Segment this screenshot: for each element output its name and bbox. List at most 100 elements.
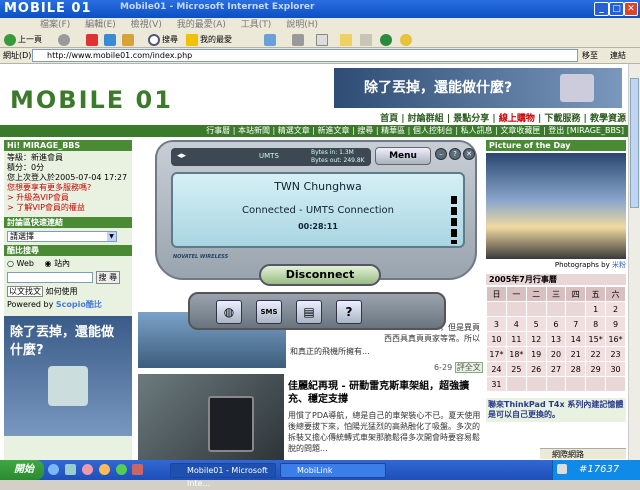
how-to-link[interactable]: 如何使用	[46, 287, 78, 296]
menu-edit[interactable]: 編輯(E)	[85, 18, 116, 32]
minimize-circle-button[interactable]: –	[435, 148, 447, 160]
close-button[interactable]: ✕	[624, 2, 638, 16]
cal-cell[interactable]: 11	[505, 331, 527, 347]
forum-select[interactable]: 請選擇 ▼	[7, 231, 117, 242]
cal-cell[interactable]: 2	[605, 301, 626, 317]
menu-view[interactable]: 檢視(V)	[131, 18, 162, 32]
cal-cell[interactable]: 9	[605, 316, 626, 332]
address-input[interactable]: http://www.mobile01.com/index.php	[32, 49, 578, 62]
cal-cell[interactable]: 31	[486, 376, 507, 392]
phonebook-button[interactable]: ▤	[296, 300, 322, 324]
nav-pm[interactable]: 私人訊息	[461, 126, 493, 135]
cal-cell[interactable]: 24	[486, 361, 507, 377]
cal-cell[interactable]: 30	[605, 361, 626, 377]
cal-cell[interactable]: 16*	[605, 331, 626, 347]
cal-cell[interactable]: 17*	[486, 346, 507, 362]
cal-cell[interactable]: 10	[486, 331, 507, 347]
messenger-button[interactable]	[380, 33, 394, 47]
nav-bookmarks[interactable]: 文章收藏匣	[500, 126, 540, 135]
search-submit-button[interactable]: 搜 尋	[95, 271, 121, 284]
help-circle-button[interactable]: ?	[449, 148, 461, 160]
mail-button[interactable]	[264, 33, 278, 47]
cal-cell[interactable]: 1	[585, 301, 607, 317]
ie-icon[interactable]	[48, 464, 59, 475]
task-mobilink[interactable]: MobiLink	[280, 463, 386, 478]
nav-news[interactable]: 本站新聞	[238, 126, 270, 135]
site-radio[interactable]: ◉	[45, 259, 52, 268]
scroll-thumb[interactable]	[630, 78, 639, 208]
cal-cell[interactable]: 5	[525, 316, 547, 332]
maximize-button[interactable]: □	[609, 2, 624, 16]
back-button[interactable]: 上一頁	[4, 33, 42, 47]
cal-cell[interactable]: 8	[585, 316, 607, 332]
text-search-link[interactable]: 以文找文	[7, 286, 43, 297]
web-radio[interactable]: ○	[7, 259, 14, 268]
menu-favorites[interactable]: 我的最愛(A)	[177, 18, 226, 32]
vip-info-link[interactable]: > 了解VIP會員的權益	[7, 203, 129, 213]
cal-cell[interactable]: 3	[486, 316, 507, 332]
cal-cell[interactable]: 12	[525, 331, 547, 347]
thinkpad-tip[interactable]: 聯來ThinkPad T4x 系列內建記憶體是可以自己更換的。	[486, 398, 626, 422]
nav-calendar[interactable]: 行事曆	[206, 126, 230, 135]
nav-spots[interactable]: 景點分享	[453, 114, 489, 124]
cal-cell[interactable]: 27	[545, 361, 567, 377]
sidebar-ad[interactable]: 除了丟掉，還能做什麼?	[4, 316, 132, 436]
connection-manager-button[interactable]: ◍	[216, 300, 242, 324]
cal-cell[interactable]: 22	[585, 346, 607, 362]
nav-control-panel[interactable]: 個人控制台	[413, 126, 453, 135]
banner-ad[interactable]: 除了丟掉，還能做什麼?	[334, 68, 622, 108]
close-circle-button[interactable]: ✕	[463, 148, 475, 160]
nav-featured[interactable]: 精選文章	[278, 126, 310, 135]
window-titlebar[interactable]: MOBILE 01 Mobile01 - Microsoft Internet …	[0, 0, 640, 18]
menu-file[interactable]: 檔案(F)	[40, 18, 70, 32]
cal-cell[interactable]: 15*	[585, 331, 607, 347]
menu-tools[interactable]: 工具(T)	[241, 18, 272, 32]
search-button[interactable]: 搜尋	[148, 33, 178, 47]
tray-network-icon[interactable]	[557, 464, 567, 474]
minimize-button[interactable]: _	[594, 2, 609, 16]
article-headline[interactable]: 佳麗紀再現 - 研勤雷克斯車架組，超強擴充、穩定支撐	[288, 380, 484, 406]
cal-cell[interactable]: 26	[525, 361, 547, 377]
print-button[interactable]	[292, 33, 306, 47]
cal-cell[interactable]: 13	[545, 331, 567, 347]
cal-cell[interactable]: 20	[545, 346, 567, 362]
picture-of-day-photo[interactable]	[486, 153, 626, 259]
folder-button[interactable]	[340, 33, 354, 47]
nav-new-posts[interactable]: 新進文章	[318, 126, 350, 135]
favorites-button[interactable]: 我的最愛	[186, 33, 232, 47]
mobilink-menu-button[interactable]: Menu	[375, 147, 431, 165]
extra-button[interactable]	[400, 33, 414, 47]
nav-digest[interactable]: 精華區	[381, 126, 405, 135]
nav-tutorials[interactable]: 教學資源	[590, 114, 626, 124]
gps-mount-photo[interactable]	[138, 374, 284, 460]
edit-button[interactable]	[316, 33, 330, 47]
cal-cell[interactable]: 19	[525, 346, 547, 362]
start-button[interactable]: 開始	[0, 460, 44, 480]
disconnect-button[interactable]: Disconnect	[259, 264, 381, 286]
cal-cell[interactable]: 29	[585, 361, 607, 377]
nav-home[interactable]: 首頁	[380, 114, 398, 124]
desktop-icon[interactable]	[64, 464, 76, 475]
cal-cell[interactable]: 21	[565, 346, 587, 362]
menu-help[interactable]: 說明(H)	[286, 18, 318, 32]
nav-logout[interactable]: 登出 [MIRAGE_BBS]	[548, 126, 624, 135]
photographer-link[interactable]: 米粉	[612, 261, 626, 269]
outlook-icon[interactable]	[81, 464, 93, 475]
task-ie-window[interactable]: Mobile01 - Microsoft Inte...	[170, 463, 276, 488]
cal-cell[interactable]: 23	[605, 346, 626, 362]
links-button[interactable]: 連結	[610, 50, 626, 61]
refresh-button[interactable]	[104, 33, 118, 47]
cal-cell[interactable]: 6	[545, 316, 567, 332]
read-more-button[interactable]: 評全文	[454, 362, 483, 373]
messenger-icon[interactable]	[115, 464, 127, 475]
vertical-scrollbar[interactable]	[628, 64, 640, 460]
app-icon[interactable]	[132, 464, 144, 475]
cal-cell[interactable]: 7	[565, 316, 587, 332]
cal-cell[interactable]: 25	[505, 361, 527, 377]
discuss-button[interactable]	[360, 33, 374, 47]
search-input[interactable]	[7, 272, 93, 283]
cal-cell[interactable]: 4	[505, 316, 527, 332]
cal-cell[interactable]: 18*	[505, 346, 527, 362]
nav-search[interactable]: 搜尋	[357, 126, 373, 135]
sms-button[interactable]: SMS	[256, 300, 282, 324]
